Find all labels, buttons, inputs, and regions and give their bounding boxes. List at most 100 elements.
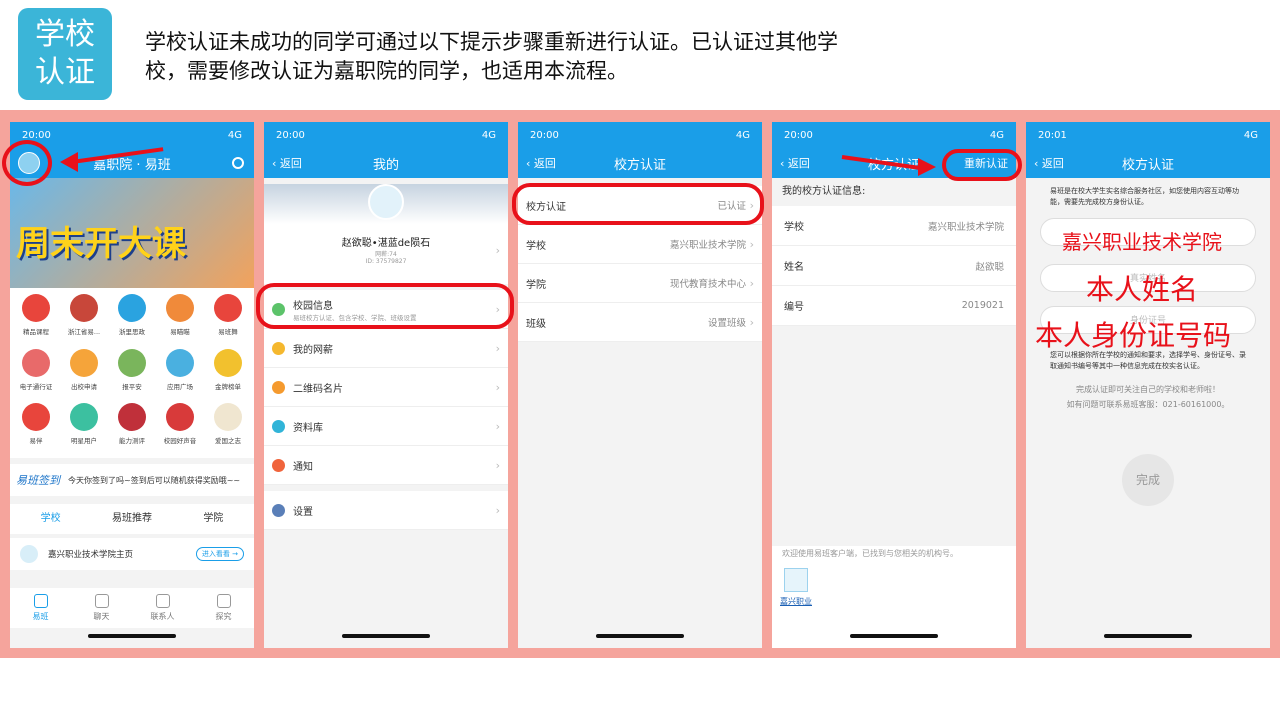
menu-item[interactable]: 通知 ›	[264, 446, 508, 485]
row-value: 嘉兴职业技术学院	[927, 221, 1004, 233]
profile-salary: 网薪:74	[375, 251, 397, 258]
tab-0[interactable]: 学校	[10, 504, 91, 534]
app-label: 能力测评	[119, 437, 145, 446]
org-label: 嘉兴职业	[780, 597, 812, 606]
app-grid-item[interactable]: 校园好声音	[156, 403, 204, 452]
app-grid-item[interactable]: 浙里思政	[108, 294, 156, 343]
sign-bar[interactable]: 易班签到 今天你签到了吗~签到后可以随机获得奖励哦~~	[10, 464, 254, 496]
app-icon	[118, 348, 146, 377]
app-icon	[70, 403, 98, 432]
status-net: 4G	[481, 129, 496, 141]
menu-label: 设置	[293, 506, 313, 518]
bottom-nav-item[interactable]: 联系人	[132, 588, 193, 628]
tabs: 学校 易班推荐 学院	[10, 504, 254, 534]
phone-4-auth-info: 20:004G ‹ 返回 校方认证 重新认证 我的校方认证信息: 学校嘉兴职业技…	[772, 122, 1016, 648]
back-button[interactable]: ‹ 返回	[780, 155, 810, 171]
done-button[interactable]: 完成	[1122, 454, 1174, 506]
app-label: 浙里思政	[119, 328, 145, 336]
nav-label: 联系人	[150, 612, 175, 621]
app-grid-item[interactable]: 易班舞	[204, 294, 252, 343]
app-icon	[214, 294, 242, 322]
app-icon	[166, 294, 194, 322]
page-title: 校方认证	[613, 157, 666, 173]
page-title: 校方认证	[1121, 157, 1174, 173]
status-bar: 20:00 4G	[518, 122, 762, 148]
highlight-auth-row	[512, 183, 764, 225]
app-grid-item[interactable]: 易瞄瞄	[156, 294, 204, 343]
app-grid-item[interactable]: 明星用户	[60, 403, 108, 452]
tip-text-2: 如有问题可联系易班客服：021-60161000。	[1066, 400, 1230, 409]
menu-item[interactable]: 资料库 ›	[264, 407, 508, 446]
menu-label: 二维码名片	[293, 383, 343, 395]
profile-card[interactable]: 赵欲聪•湛蓝de陨石 网薪:74 ID: 37579827 ›	[264, 184, 508, 284]
menu-item[interactable]: 我的网薪 ›	[264, 329, 508, 368]
app-grid-item[interactable]: 能力测评	[108, 403, 156, 452]
app-label: 报平安	[122, 382, 142, 391]
status-net: 4G	[227, 129, 242, 141]
app-icon	[22, 294, 50, 322]
status-bar: 20:00 4G	[10, 122, 254, 148]
badge-line-1: 学校	[35, 17, 95, 52]
menu-icon	[272, 341, 285, 355]
app-icon	[166, 348, 194, 377]
status-time: 20:01	[1038, 129, 1067, 141]
banner-title: 周末开大课	[16, 224, 186, 264]
menu-icon	[272, 503, 285, 517]
auth-row[interactable]: 学院 现代教育技术中心 ›	[518, 264, 762, 303]
app-icon	[22, 403, 50, 432]
home-indicator	[342, 634, 430, 638]
back-button[interactable]: ‹ 返回	[272, 155, 302, 171]
app-icon	[70, 294, 98, 322]
back-button[interactable]: ‹ 返回	[1034, 155, 1064, 171]
profile-name: 赵欲聪•湛蓝de陨石	[341, 238, 431, 249]
menu-icon	[272, 458, 285, 472]
app-label: 校园好声音	[163, 437, 197, 446]
nav-icon	[155, 594, 170, 608]
bottom-nav-item[interactable]: 探究	[193, 588, 254, 628]
info-header: 我的校方认证信息:	[772, 178, 1016, 206]
app-label: 应用广场	[167, 382, 193, 391]
profile-avatar-icon	[368, 184, 404, 220]
app-label: 精品课程	[23, 328, 49, 336]
app-label: 易瞄瞄	[170, 328, 190, 336]
enter-button[interactable]: 进入看看 →	[195, 547, 244, 561]
app-grid-item[interactable]: 电子通行证	[12, 348, 60, 398]
banner[interactable]: 周末开大课	[10, 178, 254, 288]
chevron-right-icon: ›	[749, 276, 754, 290]
app-grid-item[interactable]: 易伴	[12, 403, 60, 452]
status-bar: 20:00 4G	[772, 122, 1016, 148]
auth-row[interactable]: 班级 设置班级 ›	[518, 303, 762, 342]
tab-2[interactable]: 学院	[173, 504, 254, 534]
chevron-right-icon: ›	[495, 503, 500, 517]
app-grid-item[interactable]: 金牌榜单	[204, 348, 252, 398]
app-grid-item[interactable]: 应用广场	[156, 348, 204, 398]
tab-1[interactable]: 易班推荐	[91, 504, 172, 534]
app-grid-item[interactable]: 浙江省易...	[60, 294, 108, 343]
home-indicator	[88, 634, 176, 638]
tip-text-1: 完成认证即可关注自己的学校和老师啦！	[1076, 385, 1220, 394]
app-label: 出校申请	[71, 382, 97, 391]
school-home-row[interactable]: 嘉兴职业技术学院主页 进入看看 →	[10, 538, 254, 570]
home-indicator	[596, 634, 684, 638]
menu-item[interactable]: 设置 ›	[264, 491, 508, 530]
back-label: 返回	[787, 157, 810, 170]
bottom-nav-item[interactable]: 易班	[10, 588, 71, 628]
app-grid-item[interactable]: 精品课程	[12, 294, 60, 343]
org-item[interactable]: 嘉兴职业	[780, 568, 812, 607]
search-icon[interactable]	[232, 157, 244, 169]
back-button[interactable]: ‹ 返回	[526, 155, 556, 171]
app-icon	[166, 403, 194, 432]
menu-text: 设置	[293, 503, 313, 518]
app-grid-item[interactable]: 报平安	[108, 348, 156, 398]
menu-text: 通知	[293, 458, 313, 473]
bottom-nav-item[interactable]: 聊天	[71, 588, 132, 628]
app-grid-item[interactable]: 出校申请	[60, 348, 108, 398]
highlight-avatar	[2, 140, 52, 186]
back-label: 返回	[279, 157, 302, 170]
row-value: 现代教育技术中心	[669, 279, 746, 290]
sign-brand: 易班签到	[16, 474, 60, 487]
overlay-id: 本人身份证号码	[1035, 319, 1232, 352]
app-grid-item[interactable]: 爱国之志	[204, 403, 252, 452]
menu-item[interactable]: 二维码名片 ›	[264, 368, 508, 407]
auth-row[interactable]: 学校 嘉兴职业技术学院 ›	[518, 225, 762, 264]
